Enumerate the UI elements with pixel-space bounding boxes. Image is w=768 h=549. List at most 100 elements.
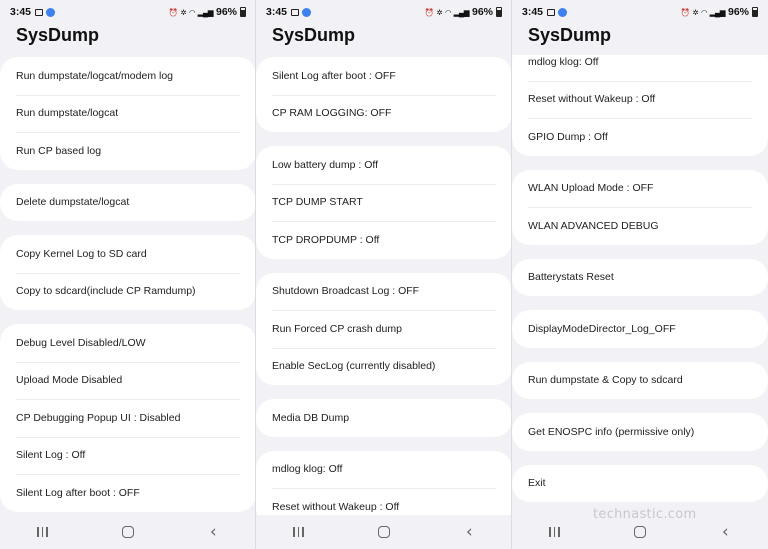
page-title: SysDump [16,25,100,45]
list-item[interactable]: Run Forced CP crash dump [256,310,511,348]
settings-list-inner: mdlog klog: Off Reset without Wakeup : Of… [512,55,768,515]
back-icon: ‹ [209,522,217,542]
alarm-icon: ⏰ [424,7,434,17]
settings-list[interactable]: Silent Log after boot : OFF CP RAM LOGGIN… [256,55,511,515]
list-item[interactable]: Run dumpstate/logcat [0,94,255,133]
list-item[interactable]: Reset without Wakeup : Off [512,80,768,119]
signal-icon: ▂▄▆ [197,7,214,17]
recent-apps-icon [37,527,49,537]
settings-group: Low battery dump : Off TCP DUMP START TCP … [256,146,511,259]
phone-screen-2: 3:45 ⏰ ✲ ◠ ▂▄▆ 96% SysDump Silent Log after boo… [256,0,512,549]
status-icons: ⏰ ✲ ◠ ▂▄▆ 96% [169,6,246,18]
recent-apps-button[interactable] [284,520,314,544]
recent-apps-icon [549,527,561,537]
signal-icon: ▂▄▆ [709,7,726,17]
list-item[interactable]: Copy Kernel Log to SD card [0,235,255,273]
list-item[interactable]: Run dumpstate & Copy to sdcard [512,362,768,400]
battery-percent: 96% [471,6,493,18]
alarm-icon: ⏰ [168,7,178,17]
settings-group: Get ENOSPC info (permissive only) [512,413,768,451]
home-icon [377,526,390,538]
list-item[interactable]: Low battery dump : Off [256,146,511,184]
battery-percent: 96% [215,6,237,18]
back-icon: ‹ [465,522,473,542]
list-item[interactable]: Reset without Wakeup : Off [256,488,511,515]
back-button[interactable]: ‹ [198,520,228,544]
settings-group: Run dumpstate/logcat/modem log Run dumpst… [0,57,255,170]
list-item[interactable]: Silent Log after boot : OFF [256,57,511,95]
list-item[interactable]: DisplayModeDirector_Log_OFF [512,310,768,348]
home-icon [121,526,134,538]
settings-group: Exit [512,464,768,503]
back-icon: ‹ [721,522,729,542]
home-button[interactable] [369,520,399,544]
vibrate-icon: ✲ [436,7,443,17]
list-item[interactable]: Get ENOSPC info (permissive only) [512,413,768,451]
list-item[interactable]: Run CP based log [0,132,255,170]
settings-group: Delete dumpstate/logcat [0,183,255,222]
status-bar: 3:45 ⏰ ✲ ◠ ▂▄▆ 96% [256,0,511,24]
list-item[interactable]: Media DB Dump [256,399,511,437]
list-item[interactable]: CP Debugging Popup UI : Disabled [0,399,255,437]
settings-list[interactable]: mdlog klog: Off Reset without Wakeup : Of… [512,55,768,515]
wifi-icon: ◠ [445,7,451,17]
list-item[interactable]: Delete dumpstate/logcat [0,184,255,222]
list-item[interactable]: mdlog klog: Off [512,55,768,81]
list-item[interactable]: CP RAM LOGGING: OFF [256,94,511,133]
list-item[interactable]: Batterystats Reset [512,259,768,297]
status-time: 3:45 [10,6,32,18]
back-button[interactable]: ‹ [454,520,484,544]
page-title: SysDump [272,25,356,45]
list-item[interactable]: Exit [512,465,768,503]
wifi-icon: ◠ [189,7,195,17]
list-item[interactable]: Upload Mode Disabled [0,361,255,400]
navigation-bar: ‹ [256,515,511,549]
status-time: 3:45 [266,6,288,18]
image-icon [35,8,44,16]
settings-group: Debug Level Disabled/LOW Upload Mode Disa… [0,324,255,512]
vibrate-icon: ✲ [180,7,187,17]
phone-screen-1: 3:45 ⏰ ✲ ◠ ▂▄▆ 96% SysDump Run dumpstate/logcat… [0,0,256,549]
image-icon [291,8,300,16]
battery-icon [240,7,246,17]
home-button[interactable] [625,520,655,544]
list-item[interactable]: TCP DROPDUMP : Off [256,221,511,259]
status-icons: ⏰ ✲ ◠ ▂▄▆ 96% [425,6,502,18]
recent-apps-button[interactable] [28,520,58,544]
settings-list-inner: Run dumpstate/logcat/modem log Run dumpst… [0,57,255,515]
settings-list[interactable]: Run dumpstate/logcat/modem log Run dumpst… [0,55,255,515]
home-button[interactable] [113,520,143,544]
list-item[interactable]: Run dumpstate/logcat/modem log [0,57,255,95]
settings-group: Silent Log after boot : OFF CP RAM LOGGIN… [256,57,511,133]
status-bar: 3:45 ⏰ ✲ ◠ ▂▄▆ 96% [512,0,768,24]
battery-icon [752,7,758,17]
wifi-icon: ◠ [701,7,707,17]
list-item[interactable]: mdlog klog: Off [256,451,511,489]
settings-group: DisplayModeDirector_Log_OFF [512,310,768,348]
list-item[interactable]: Debug Level Disabled/LOW [0,324,255,362]
list-item[interactable]: Silent Log after boot : OFF [0,474,255,512]
settings-list-inner: Silent Log after boot : OFF CP RAM LOGGIN… [256,57,511,515]
settings-group: Batterystats Reset [512,258,768,297]
recent-apps-button[interactable] [540,520,570,544]
battery-icon [496,7,502,17]
signal-icon: ▂▄▆ [453,7,470,17]
list-item[interactable]: Enable SecLog (currently disabled) [256,347,511,386]
app-notification-icon [46,7,56,17]
battery-percent: 96% [727,6,749,18]
home-icon [633,526,646,538]
list-item[interactable]: WLAN Upload Mode : OFF [512,170,768,208]
list-item[interactable]: GPIO Dump : Off [512,118,768,156]
list-item[interactable]: Shutdown Broadcast Log : OFF [256,273,511,311]
app-notification-icon [302,7,312,17]
back-button[interactable]: ‹ [710,520,740,544]
list-item[interactable]: WLAN ADVANCED DEBUG [512,207,768,245]
alarm-icon: ⏰ [680,7,690,17]
watermark: technastic.com [593,507,697,522]
list-item[interactable]: Copy to sdcard(include CP Ramdump) [0,272,255,311]
status-bar: 3:45 ⏰ ✲ ◠ ▂▄▆ 96% [0,0,255,24]
settings-group: Shutdown Broadcast Log : OFF Run Forced C… [256,272,511,386]
list-item[interactable]: TCP DUMP START [256,183,511,222]
vibrate-icon: ✲ [692,7,699,17]
list-item[interactable]: Silent Log : Off [0,436,255,475]
